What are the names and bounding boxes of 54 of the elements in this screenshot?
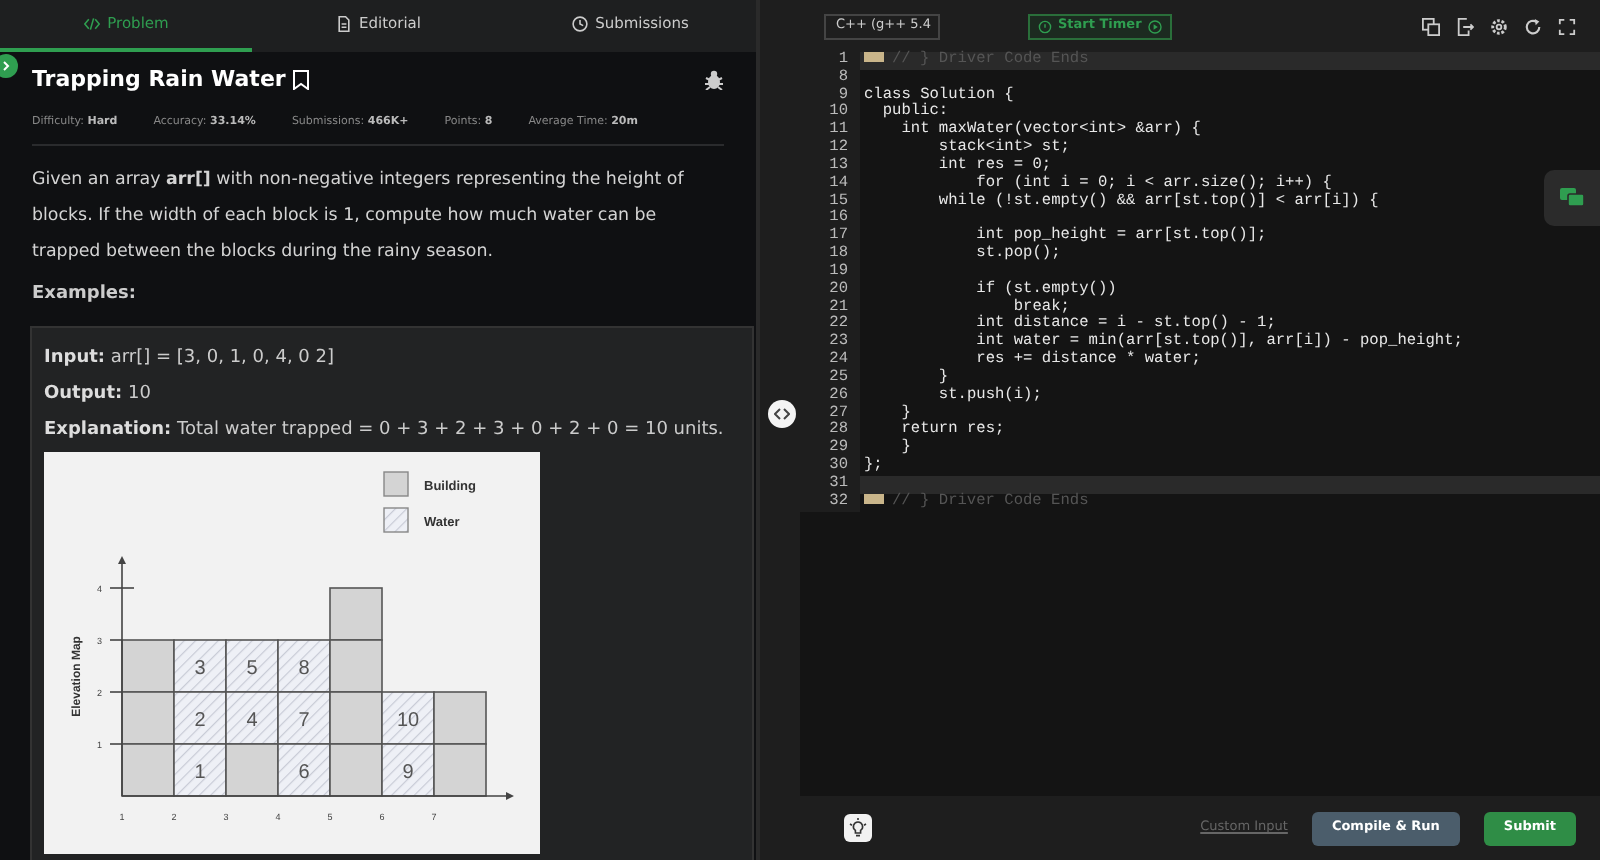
building-block — [329, 743, 383, 798]
refresh-icon[interactable] — [1524, 17, 1542, 35]
water-cell: 4 — [225, 691, 279, 746]
clock-icon — [571, 16, 588, 32]
code-icon — [83, 16, 100, 32]
bug-icon[interactable] — [704, 70, 724, 91]
problem-description: Given an array arr[] with non-negative integers representing the height of blocks. If the width of each block is 1, compute how much water can be trapped between the blocks during the rainy season. — [32, 167, 686, 266]
building-block — [121, 743, 175, 798]
settings-icon[interactable] — [1490, 17, 1508, 35]
document-icon — [335, 16, 352, 32]
lightbulb-icon — [848, 818, 868, 838]
water-cell: 1 — [173, 743, 227, 798]
building-block — [433, 743, 487, 798]
water-cell: 9 — [381, 743, 435, 798]
tick-mark — [109, 691, 123, 694]
examples-heading: Examples: — [32, 281, 138, 308]
example-line: Input: arr[] = [3, 0, 1, 0, 4, 0 2] — [44, 346, 336, 373]
building-block — [225, 743, 279, 798]
water-cell: 3 — [173, 639, 227, 694]
resize-handle[interactable] — [768, 400, 796, 428]
water-cell: 5 — [225, 639, 279, 694]
water-cell: 10 — [381, 691, 435, 746]
chat-icon — [1560, 188, 1584, 208]
tick-mark — [109, 587, 135, 590]
building-block — [121, 639, 175, 694]
example-line: Explanation: Total water trapped = 0 + 3 + 2 + 3 + 0 + 2 + 0 = 10 units. — [44, 418, 726, 445]
building-block — [329, 587, 383, 642]
fold-marker[interactable] — [864, 494, 884, 505]
water-cell: 8 — [277, 639, 331, 694]
building-block — [329, 691, 383, 746]
fullscreen-icon[interactable] — [1558, 17, 1576, 35]
chat-button[interactable] — [1544, 170, 1600, 226]
code-brackets-icon — [774, 408, 790, 420]
building-block — [433, 691, 487, 746]
play-icon — [1147, 19, 1162, 33]
copy-icon[interactable] — [1422, 17, 1440, 35]
chevron-right-icon — [0, 60, 12, 72]
water-legend-swatch — [383, 507, 409, 534]
building-block — [329, 639, 383, 694]
problem-title: Trapping Rain Water — [32, 64, 286, 96]
tick-mark — [109, 639, 123, 642]
tick-mark — [109, 743, 123, 746]
file-export-icon[interactable] — [1456, 17, 1474, 35]
water-cell: 2 — [173, 691, 227, 746]
expand-toggle-button[interactable] — [0, 54, 18, 78]
building-block — [121, 691, 175, 746]
hint-button[interactable] — [844, 814, 872, 842]
fold-marker[interactable] — [864, 52, 884, 63]
timer-icon — [1038, 19, 1052, 33]
water-cell: 7 — [277, 691, 331, 746]
building-legend-swatch — [383, 471, 409, 498]
example-line: Output: 10 — [44, 382, 153, 409]
water-cell: 6 — [277, 743, 331, 798]
bookmark-icon[interactable] — [291, 70, 310, 91]
